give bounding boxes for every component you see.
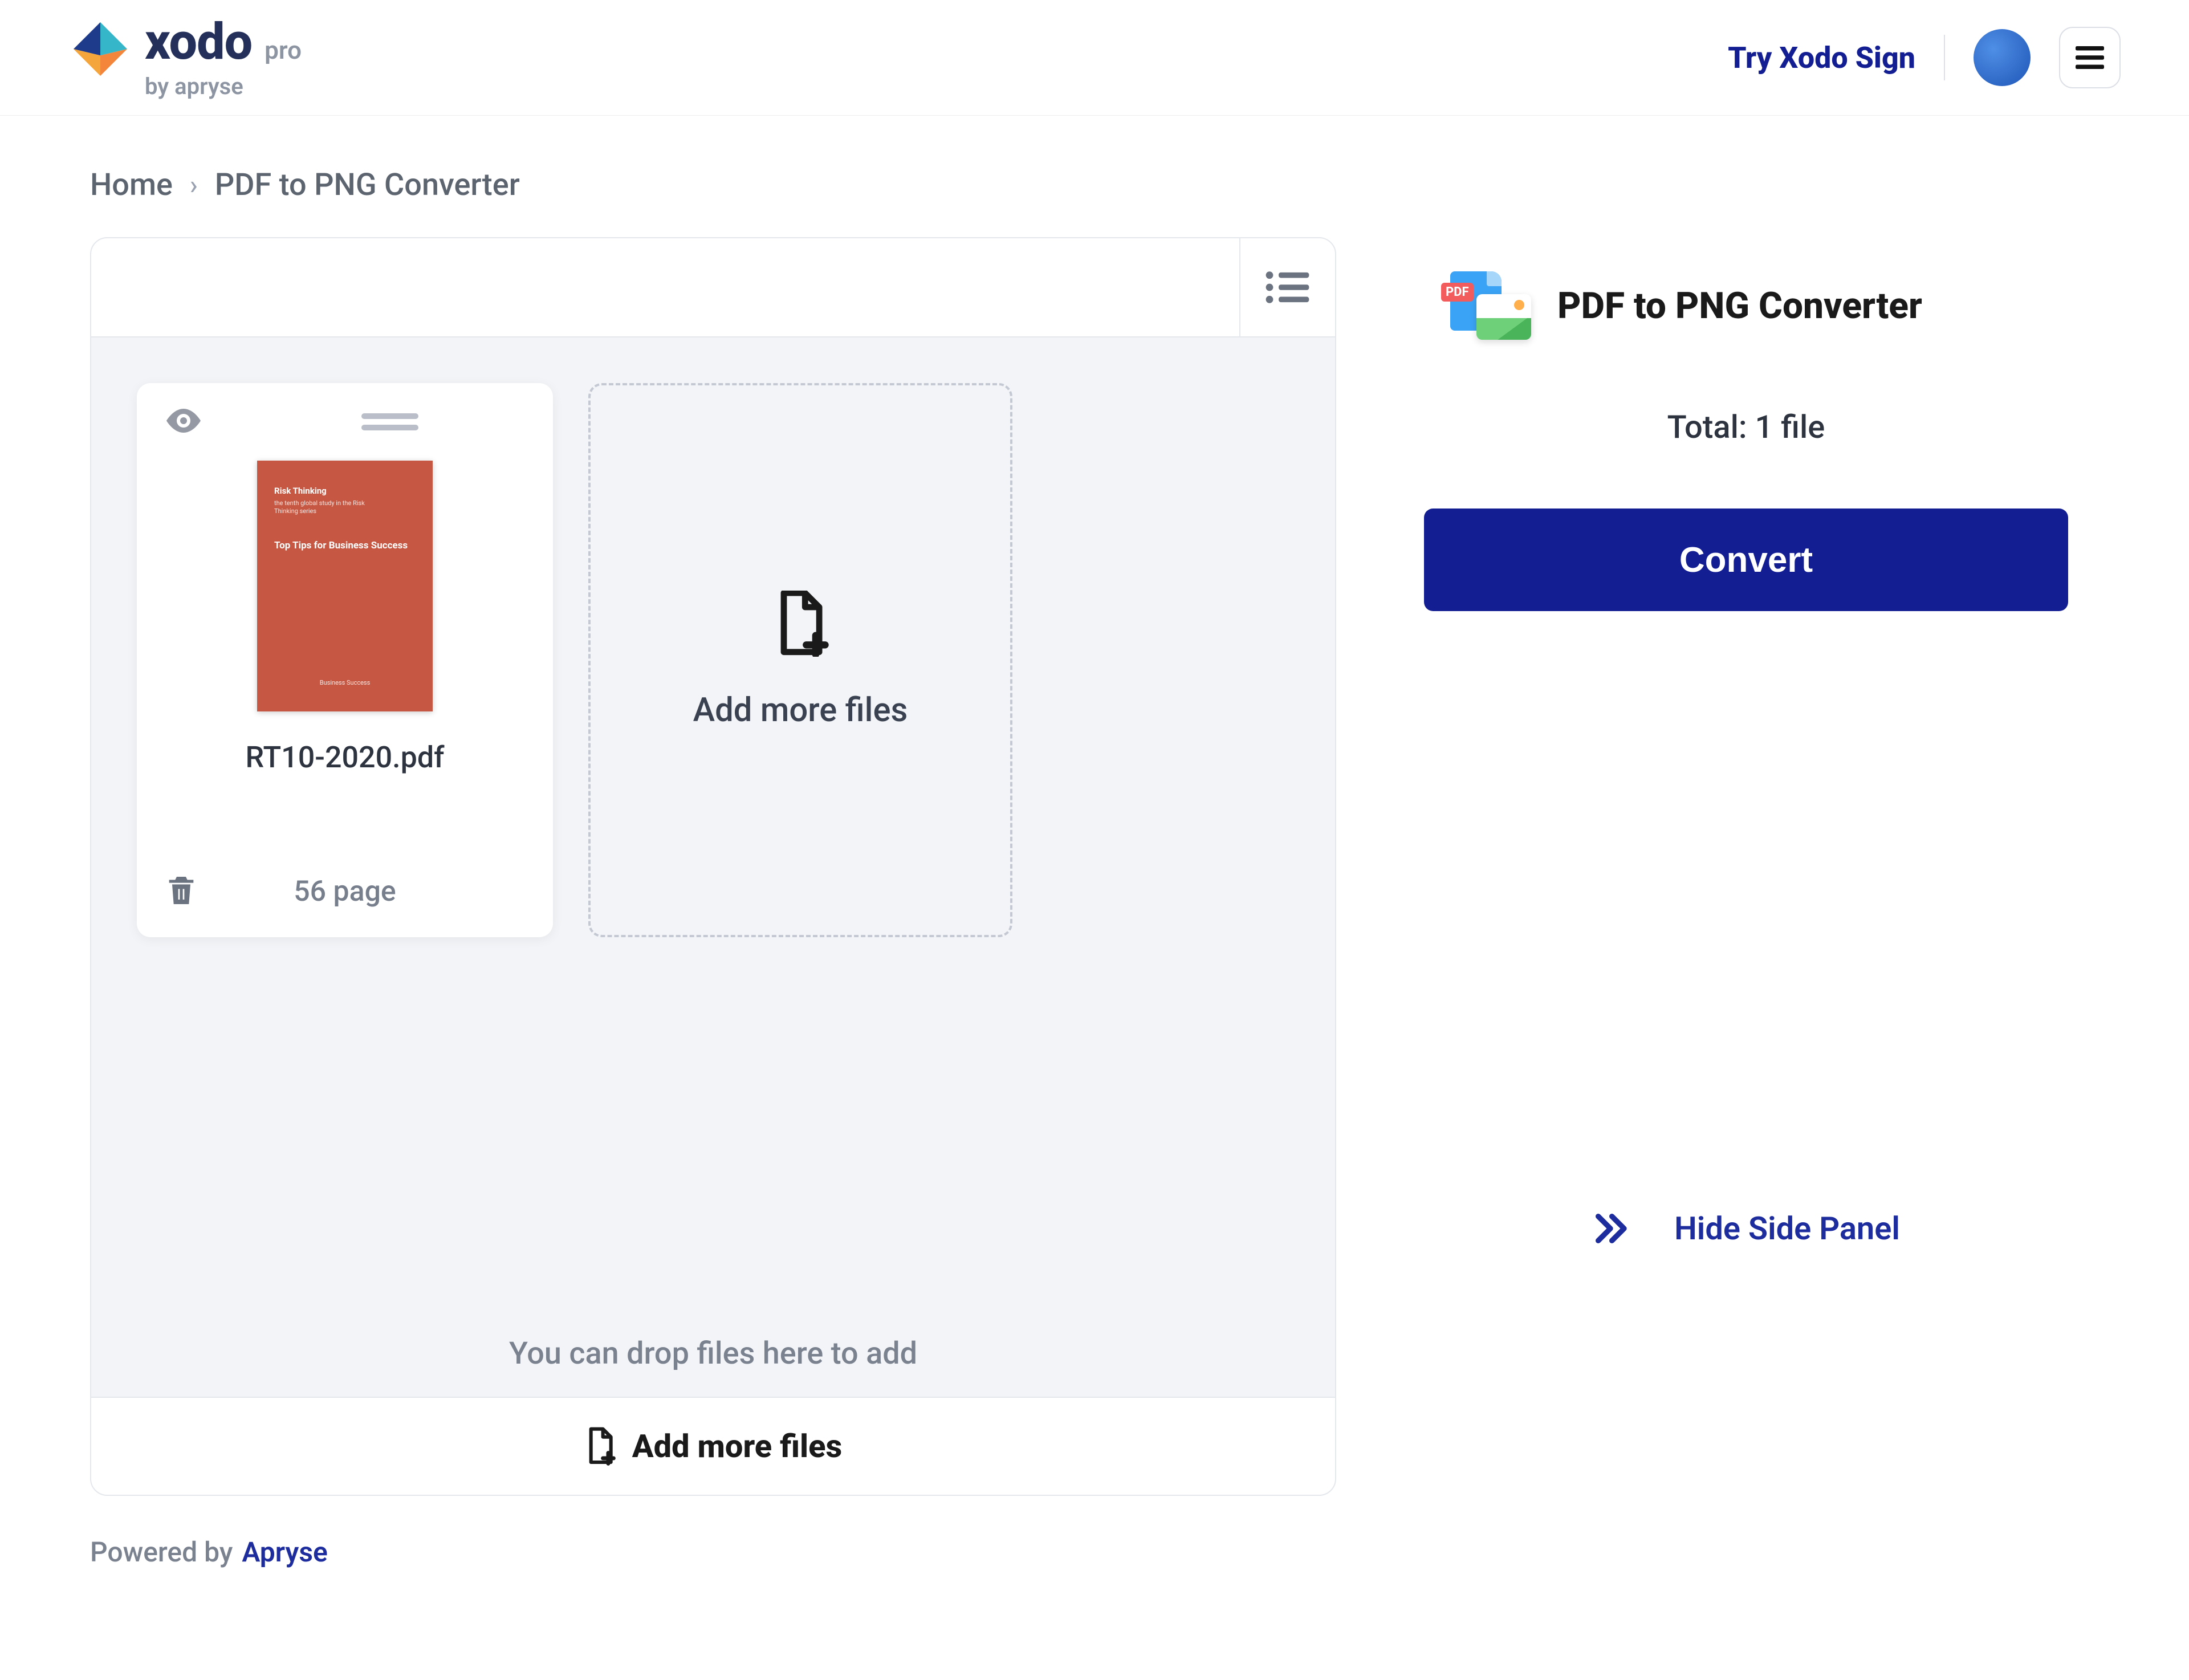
breadcrumb-home[interactable]: Home [90,167,173,203]
trash-icon [163,872,200,909]
preview-button[interactable] [163,400,204,444]
hide-side-panel-button[interactable]: Hide Side Panel [1393,1210,2099,1247]
header-divider [1944,35,1945,80]
app-header: xodo pro by apryse Try Xodo Sign [0,0,2189,116]
list-icon [1265,269,1311,306]
stage-toolbar [91,238,1335,337]
add-more-tile-label: Add more files [693,691,908,730]
eye-icon [163,400,204,441]
hamburger-icon [2073,40,2107,75]
powered-by-label: Powered by [90,1536,233,1568]
thumb-footer: Business Success [274,679,416,686]
file-card[interactable]: Risk Thinking the tenth global study in … [137,383,553,937]
add-more-tile[interactable]: Add more files [588,383,1012,937]
xodo-logo-icon [68,17,132,81]
converter-heading: PDF PDF to PNG Converter [1450,271,2099,340]
chevron-right-icon: › [190,170,198,201]
breadcrumb: Home › PDF to PNG Converter [90,167,2189,203]
pdf-badge: PDF [1441,283,1474,302]
chevron-double-right-icon [1592,1210,1629,1247]
file-name: RT10-2020.pdf [137,740,553,775]
hide-side-panel-label: Hide Side Panel [1674,1210,1900,1247]
try-xodo-sign-link[interactable]: Try Xodo Sign [1728,40,1915,75]
file-add-icon [772,591,829,657]
main-menu-button[interactable] [2059,27,2121,88]
total-files-label: Total: 1 file [1393,408,2099,446]
drop-hint: You can drop files here to add [91,1336,1335,1372]
drag-handle-icon[interactable] [361,413,418,430]
user-avatar[interactable] [1974,29,2031,86]
add-more-bar-label: Add more files [632,1427,843,1465]
delete-file-button[interactable] [163,872,200,911]
brand-block[interactable]: xodo pro by apryse [68,17,302,98]
brand-subtitle: by apryse [145,75,302,98]
convert-button[interactable]: Convert [1424,509,2068,611]
converter-title: PDF to PNG Converter [1557,284,1922,327]
page-count: 56 page [200,875,490,908]
brand-name: xodo [145,17,252,67]
thumb-sub: the tenth global study in the Risk Think… [274,499,365,516]
pdf-to-image-icon: PDF [1450,271,1530,340]
side-panel: PDF PDF to PNG Converter Total: 1 file C… [1393,237,2099,1496]
file-add-icon [584,1427,616,1466]
brand-tier: pro [265,38,302,63]
thumb-tag: Risk Thinking [274,486,416,496]
file-thumbnail: Risk Thinking the tenth global study in … [257,461,433,711]
powered-by-vendor[interactable]: Apryse [242,1536,328,1568]
powered-by: Powered by Apryse [90,1536,2189,1568]
add-more-bar[interactable]: Add more files [91,1397,1335,1495]
list-view-toggle[interactable] [1239,238,1335,336]
breadcrumb-current: PDF to PNG Converter [215,167,520,203]
file-stage: Risk Thinking the tenth global study in … [90,237,1336,1496]
thumb-title: Top Tips for Business Success [274,540,416,551]
